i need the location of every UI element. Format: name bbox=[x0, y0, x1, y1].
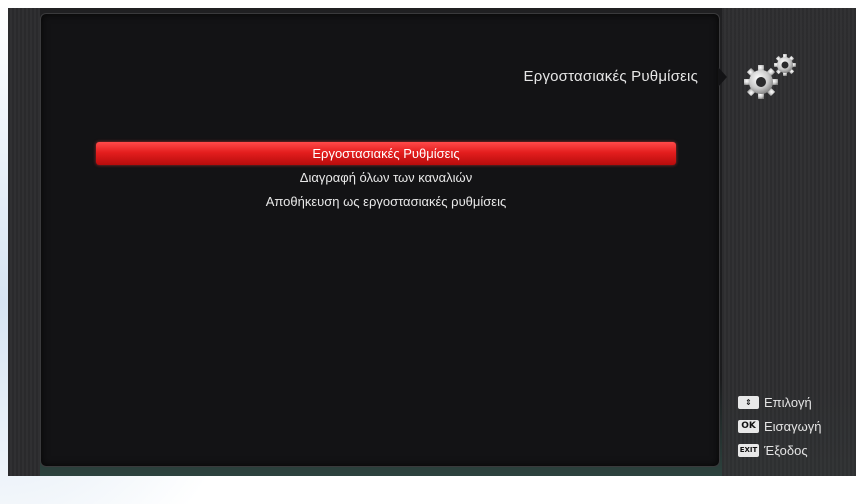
menu-item-delete-all-channels[interactable]: Διαγραφή όλων των καναλιών bbox=[96, 166, 676, 189]
ok-key-icon: OK bbox=[738, 419, 759, 433]
help-ok: OK Εισαγωγή bbox=[738, 414, 850, 438]
help-exit: EXIT Έξοδος bbox=[738, 438, 850, 462]
factory-settings-menu: Εργοστασιακές Ρυθμίσεις Διαγραφή όλων τω… bbox=[96, 142, 676, 214]
panel-pointer bbox=[718, 67, 727, 87]
page-title: Εργοστασιακές Ρυθμίσεις bbox=[523, 68, 698, 85]
up-down-arrows-icon: ⇕ bbox=[738, 395, 759, 409]
help-exit-label: Έξοδος bbox=[764, 442, 808, 458]
left-frame-texture bbox=[8, 8, 40, 476]
help-select-label: Επιλογή bbox=[764, 394, 812, 410]
gears-icon bbox=[735, 52, 805, 104]
menu-item-save-as-factory-settings[interactable]: Αποθήκευση ως εργοστασιακές ρυθμίσεις bbox=[96, 190, 676, 213]
exit-key-icon: EXIT bbox=[738, 443, 759, 457]
help-ok-label: Εισαγωγή bbox=[764, 418, 822, 434]
help-select: ⇕ Επιλογή bbox=[738, 390, 850, 414]
help-legend: ⇕ Επιλογή OK Εισαγωγή EXIT Έξοδος bbox=[738, 390, 850, 462]
menu-item-factory-settings[interactable]: Εργοστασιακές Ρυθμίσεις bbox=[96, 142, 676, 165]
